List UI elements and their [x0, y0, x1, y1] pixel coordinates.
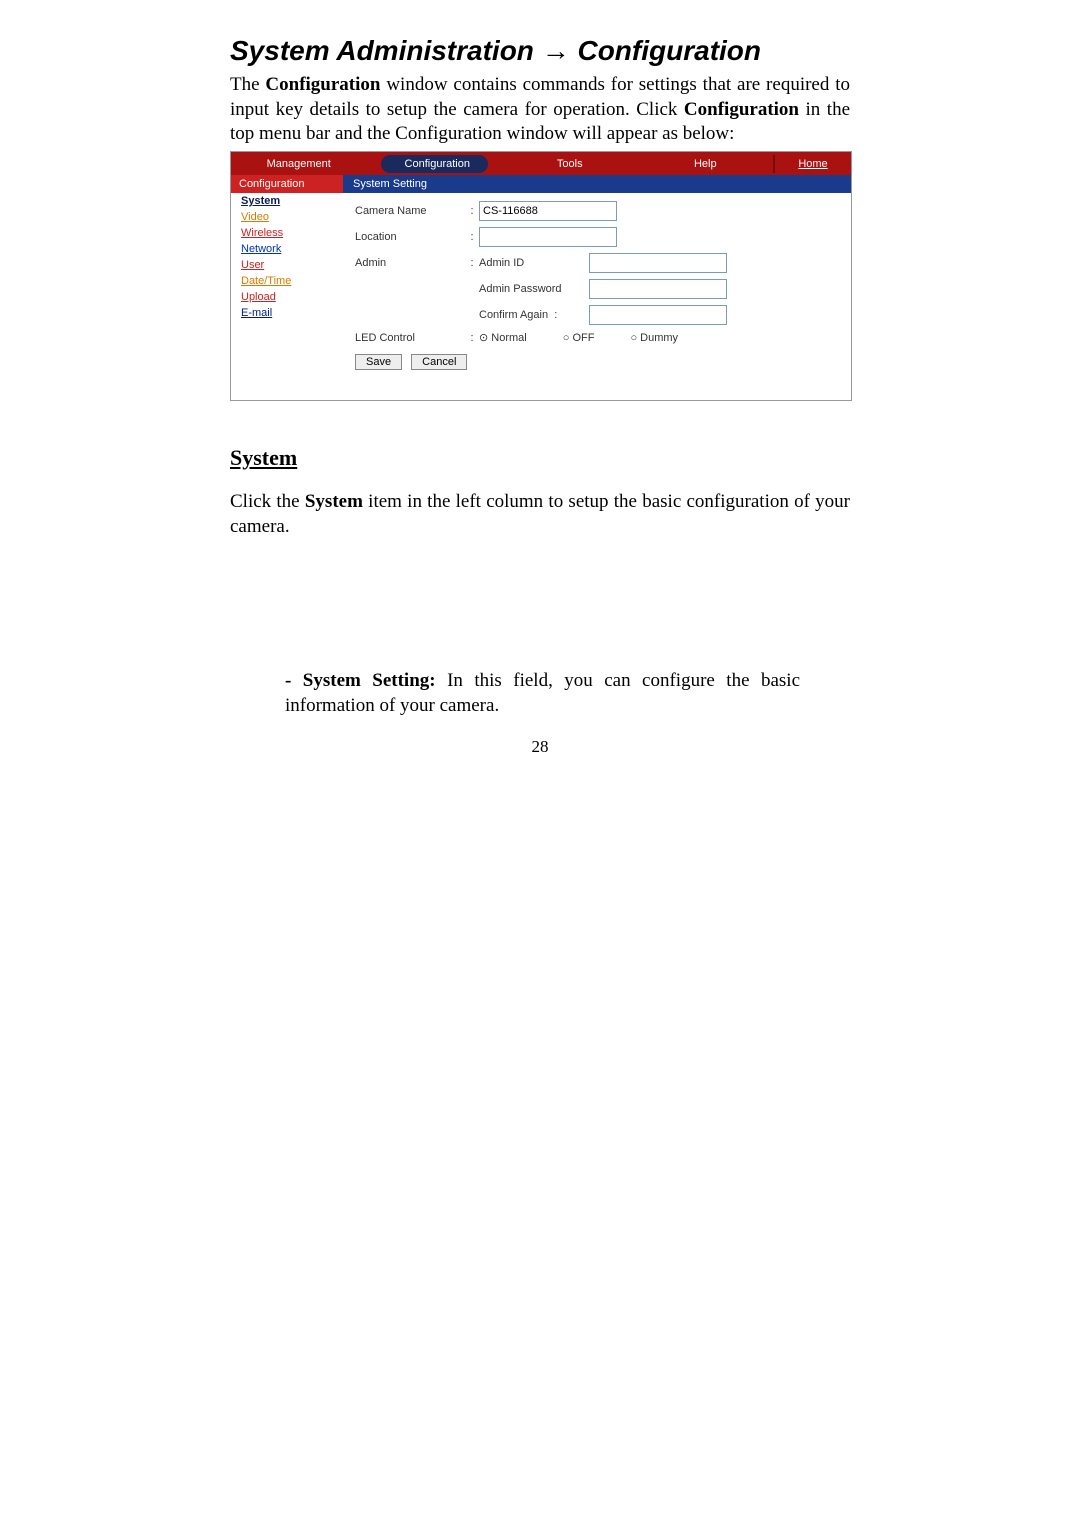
section-heading-system: System: [230, 445, 850, 471]
location-label: Location: [355, 231, 465, 243]
camera-name-label: Camera Name: [355, 205, 465, 217]
tab-configuration-label: Configuration: [381, 155, 488, 173]
embedded-screenshot: Management Configuration Tools Help Home…: [230, 151, 852, 401]
section-paragraph: Click the System item in the left column…: [230, 490, 850, 539]
admin-password-label: Admin Password: [479, 283, 589, 295]
admin-password-input[interactable]: [589, 279, 727, 299]
location-input[interactable]: [479, 227, 617, 247]
admin-id-input[interactable]: [589, 253, 727, 273]
home-link[interactable]: Home: [773, 155, 851, 173]
sidebar-item-user[interactable]: User: [241, 259, 264, 271]
sidebar-item-upload[interactable]: Upload: [241, 291, 276, 303]
led-option-dummy[interactable]: ○ Dummy: [630, 332, 696, 344]
camera-name-input[interactable]: [479, 201, 617, 221]
tab-tools[interactable]: Tools: [502, 155, 638, 173]
cancel-button[interactable]: Cancel: [411, 354, 467, 370]
tab-configuration[interactable]: Configuration: [367, 152, 503, 176]
intro-paragraph: The Configuration window contains comman…: [230, 73, 850, 147]
confirm-again-label: Confirm Again :: [479, 309, 589, 321]
led-control-label: LED Control: [355, 332, 465, 344]
sidebar-item-system[interactable]: System: [241, 195, 280, 207]
confirm-again-input[interactable]: [589, 305, 727, 325]
sidebar-item-email[interactable]: E-mail: [241, 307, 272, 319]
admin-id-label: Admin ID: [479, 257, 589, 269]
main-panel: System Setting Camera Name : Location : …: [343, 175, 851, 400]
bullet-system-setting: - System Setting: In this field, you can…: [285, 669, 800, 718]
led-option-off[interactable]: ○ OFF: [563, 332, 613, 344]
sidebar-item-video[interactable]: Video: [241, 211, 269, 223]
sidebar-item-wireless[interactable]: Wireless: [241, 227, 283, 239]
page-number: 28: [230, 737, 850, 757]
page-title: System Administration → Configuration: [230, 35, 850, 67]
title-left: System Administration: [230, 35, 534, 66]
sidebar: Configuration System Video Wireless Netw…: [231, 175, 343, 400]
sidebar-item-datetime[interactable]: Date/Time: [241, 275, 291, 287]
panel-title: System Setting: [343, 175, 851, 193]
arrow-right-icon: →: [542, 35, 570, 66]
title-right: Configuration: [577, 35, 761, 66]
tab-management[interactable]: Management: [231, 155, 367, 173]
led-option-normal[interactable]: ⊙ Normal: [479, 331, 545, 344]
tab-help[interactable]: Help: [638, 155, 774, 173]
sidebar-head: Configuration: [231, 175, 343, 193]
save-button[interactable]: Save: [355, 354, 402, 370]
admin-label: Admin: [355, 257, 465, 269]
sidebar-item-network[interactable]: Network: [241, 243, 281, 255]
top-menu-bar: Management Configuration Tools Help Home: [231, 152, 851, 175]
